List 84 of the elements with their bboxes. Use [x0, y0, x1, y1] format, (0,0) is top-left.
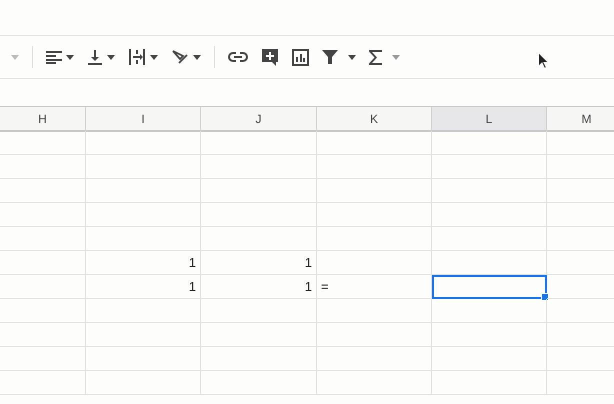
filter-button[interactable]	[322, 50, 356, 64]
sigma-icon	[369, 50, 382, 64]
table-cell[interactable]	[317, 299, 432, 323]
caret-icon	[150, 54, 158, 60]
table-cell[interactable]	[432, 131, 547, 155]
table-cell[interactable]	[317, 251, 432, 275]
table-cell[interactable]	[201, 347, 317, 371]
column-header[interactable]: H	[0, 107, 86, 132]
caret-icon	[348, 54, 356, 60]
table-cell[interactable]	[86, 179, 201, 203]
table-cell[interactable]	[201, 155, 317, 179]
table-cell[interactable]: 1	[86, 275, 201, 299]
align-left-button[interactable]	[46, 50, 74, 64]
table-cell[interactable]	[86, 203, 201, 227]
caret-icon[interactable]	[11, 54, 19, 60]
column-header[interactable]: J	[201, 107, 317, 132]
table-cell[interactable]	[0, 203, 86, 227]
table-cell[interactable]	[201, 227, 317, 251]
column-header[interactable]: M	[547, 107, 614, 132]
table-cell[interactable]	[432, 371, 547, 395]
table-cell[interactable]	[201, 323, 317, 347]
table-cell[interactable]	[432, 179, 547, 203]
table-cell[interactable]	[317, 347, 432, 371]
table-cell[interactable]	[317, 179, 432, 203]
caret-icon	[193, 54, 201, 60]
table-cell[interactable]: 1	[201, 275, 317, 299]
table-cell[interactable]	[86, 347, 201, 371]
table-cell[interactable]	[0, 227, 86, 251]
table-cell[interactable]	[432, 251, 547, 275]
table-cell[interactable]	[201, 179, 317, 203]
table-cell[interactable]	[317, 155, 432, 179]
text-wrap-icon	[128, 49, 146, 65]
table-cell[interactable]	[432, 347, 547, 371]
selected-cell[interactable]	[432, 275, 547, 299]
table-cell[interactable]	[201, 299, 317, 323]
table-cell[interactable]	[86, 131, 201, 155]
table-cell[interactable]	[86, 155, 201, 179]
text-rotate-icon	[171, 49, 189, 65]
align-left-icon	[46, 50, 62, 64]
table-cell[interactable]	[201, 131, 317, 155]
vertical-align-button[interactable]	[87, 49, 115, 65]
table-cell[interactable]	[0, 275, 86, 299]
functions-button[interactable]	[369, 50, 400, 64]
table-cell[interactable]	[86, 371, 201, 395]
table-cell[interactable]	[0, 179, 86, 203]
column-header[interactable]: K	[317, 107, 432, 132]
column-header[interactable]: I	[86, 107, 201, 132]
table-cell[interactable]	[0, 347, 86, 371]
link-icon[interactable]	[228, 51, 248, 63]
table-cell[interactable]	[0, 251, 86, 275]
table-cell[interactable]	[0, 323, 86, 347]
table-cell[interactable]	[86, 227, 201, 251]
table-cell[interactable]: =	[317, 275, 432, 299]
table-cell[interactable]	[201, 203, 317, 227]
table-cell[interactable]	[317, 371, 432, 395]
table-cell[interactable]	[0, 155, 86, 179]
table-cell[interactable]	[317, 227, 432, 251]
table-cell[interactable]	[317, 131, 432, 155]
caret-icon	[392, 54, 400, 60]
caret-icon	[66, 54, 74, 60]
table-cell[interactable]	[317, 203, 432, 227]
table-cell[interactable]	[86, 323, 201, 347]
vertical-align-icon	[87, 49, 103, 65]
table-cell[interactable]: 1	[201, 251, 317, 275]
table-cell[interactable]	[432, 323, 547, 347]
table-cell[interactable]	[432, 227, 547, 251]
table-cell[interactable]	[201, 371, 317, 395]
table-cell[interactable]	[86, 299, 201, 323]
filter-icon	[322, 50, 338, 64]
caret-icon	[107, 54, 115, 60]
table-cell[interactable]	[0, 131, 86, 155]
table-cell[interactable]	[432, 299, 547, 323]
table-cell[interactable]	[0, 371, 86, 395]
text-wrap-button[interactable]	[128, 49, 158, 65]
chart-icon[interactable]	[292, 48, 309, 66]
table-cell[interactable]	[432, 203, 547, 227]
text-rotate-button[interactable]	[171, 49, 201, 65]
column-header[interactable]: L	[432, 107, 547, 132]
mouse-pointer-icon	[538, 52, 549, 69]
table-cell[interactable]	[432, 155, 547, 179]
table-cell[interactable]: 1	[86, 251, 201, 275]
table-cell[interactable]	[317, 323, 432, 347]
table-cell[interactable]	[0, 299, 86, 323]
add-comment-icon[interactable]	[261, 48, 279, 66]
